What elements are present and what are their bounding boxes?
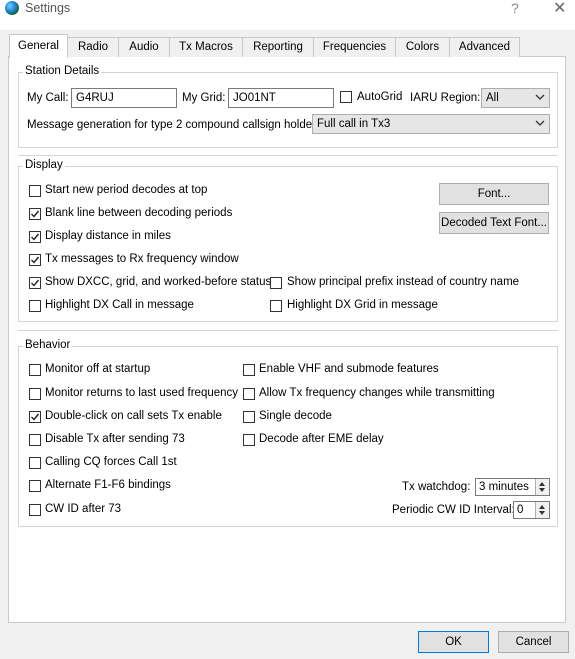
disable-tx-73-label: Disable Tx after sending 73 [45, 433, 185, 445]
station-details-title: Station Details [23, 65, 102, 77]
tab-tx-macros[interactable]: Tx Macros [169, 37, 243, 57]
alternate-f1-checkbox[interactable] [29, 480, 41, 492]
spin-buttons[interactable] [535, 479, 549, 495]
tx-watchdog-spinbox[interactable]: 3 minutes [475, 478, 550, 496]
monitor-returns-label: Monitor returns to last used frequency [45, 387, 239, 399]
ok-button[interactable]: OK [418, 631, 489, 653]
spin-up-icon[interactable] [539, 482, 545, 486]
alternate-f1-label: Alternate F1-F6 bindings [45, 479, 171, 491]
spin-down-icon[interactable] [539, 488, 545, 492]
cancel-button[interactable]: Cancel [498, 631, 569, 653]
tab-advanced[interactable]: Advanced [449, 37, 520, 57]
checkmark-icon [31, 210, 40, 218]
tab-radio[interactable]: Radio [67, 37, 119, 57]
close-icon[interactable]: ✕ [553, 0, 566, 18]
start-new-period-label: Start new period decodes at top [45, 184, 208, 196]
decode-after-eme-label: Decode after EME delay [259, 433, 384, 445]
double-click-label: Double-click on call sets Tx enable [45, 410, 222, 422]
decode-after-eme-checkbox[interactable] [243, 434, 255, 446]
chevron-down-icon [535, 94, 545, 100]
iaru-region-label: IARU Region: [410, 92, 481, 104]
monitor-off-label: Monitor off at startup [45, 363, 151, 375]
tab-reporting[interactable]: Reporting [242, 37, 314, 57]
highlight-dx-call-label: Highlight DX Call in message [45, 299, 194, 311]
msg-gen-select[interactable]: Full call in Tx3 [312, 114, 550, 134]
checkmark-icon [31, 413, 40, 421]
checkmark-icon [31, 279, 40, 287]
display-title: Display [23, 159, 65, 171]
single-decode-label: Single decode [259, 410, 332, 422]
help-icon[interactable]: ? [511, 0, 519, 16]
window-title: Settings [25, 1, 71, 15]
principal-prefix-label: Show principal prefix instead of country… [287, 276, 520, 288]
autogrid-checkbox[interactable] [340, 91, 352, 103]
blank-line-label: Blank line between decoding periods [45, 207, 233, 219]
iaru-region-select[interactable]: All [481, 88, 550, 108]
calling-cq-label: Calling CQ forces Call 1st [45, 456, 177, 468]
behavior-title: Behavior [23, 339, 73, 351]
monitor-returns-checkbox[interactable] [29, 388, 41, 400]
autogrid-label: AutoGrid [357, 91, 403, 103]
my-call-input[interactable]: G4RUJ [71, 88, 177, 108]
highlight-dx-grid-label: Highlight DX Grid in message [287, 299, 438, 311]
tab-general[interactable]: General [9, 34, 68, 58]
cw-id-interval-spinbox[interactable]: 0 [513, 501, 550, 519]
blank-line-checkbox[interactable] [29, 208, 41, 220]
tab-frequencies[interactable]: Frequencies [313, 37, 396, 57]
spin-up-icon[interactable] [539, 505, 545, 509]
tx-to-rx-checkbox[interactable] [29, 254, 41, 266]
separator [18, 155, 558, 156]
app-icon [5, 1, 19, 15]
cw-id-73-label: CW ID after 73 [45, 503, 122, 515]
tx-watchdog-label: Tx watchdog: [402, 481, 471, 493]
highlight-dx-call-checkbox[interactable] [29, 300, 41, 312]
enable-vhf-label: Enable VHF and submode features [259, 363, 439, 375]
chevron-down-icon [535, 120, 545, 126]
tx-watchdog-value: 3 minutes [479, 481, 529, 493]
distance-miles-label: Display distance in miles [45, 230, 171, 242]
decoded-text-font-button[interactable]: Decoded Text Font... [439, 212, 549, 234]
tab-audio[interactable]: Audio [118, 37, 170, 57]
checkmark-icon [31, 256, 40, 264]
allow-tx-freq-checkbox[interactable] [243, 388, 255, 400]
enable-vhf-checkbox[interactable] [243, 364, 255, 376]
double-click-checkbox[interactable] [29, 411, 41, 423]
spin-down-icon[interactable] [539, 511, 545, 515]
single-decode-checkbox[interactable] [243, 411, 255, 423]
principal-prefix-checkbox[interactable] [270, 277, 282, 289]
distance-miles-checkbox[interactable] [29, 231, 41, 243]
tab-colors[interactable]: Colors [395, 37, 450, 57]
monitor-off-checkbox[interactable] [29, 364, 41, 376]
my-call-label: My Call: [27, 92, 69, 104]
msg-gen-value: Full call in Tx3 [317, 118, 391, 130]
title-bar [0, 0, 575, 30]
font-button[interactable]: Font... [439, 183, 549, 205]
cw-id-73-checkbox[interactable] [29, 504, 41, 516]
cw-id-interval-value: 0 [517, 504, 524, 516]
spin-buttons[interactable] [535, 502, 549, 518]
my-grid-input[interactable]: JO01NT [228, 88, 334, 108]
show-dxcc-label: Show DXCC, grid, and worked-before statu… [45, 276, 272, 288]
iaru-region-value: All [486, 92, 499, 104]
highlight-dx-grid-checkbox[interactable] [270, 300, 282, 312]
calling-cq-checkbox[interactable] [29, 457, 41, 469]
my-grid-label: My Grid: [182, 92, 226, 104]
disable-tx-73-checkbox[interactable] [29, 434, 41, 446]
checkmark-icon [31, 233, 40, 241]
cw-id-interval-label: Periodic CW ID Interval: [392, 504, 515, 516]
allow-tx-freq-label: Allow Tx frequency changes while transmi… [259, 387, 495, 399]
station-details-group [18, 72, 558, 148]
separator [18, 330, 558, 331]
tx-to-rx-label: Tx messages to Rx frequency window [45, 253, 239, 265]
start-new-period-checkbox[interactable] [29, 185, 41, 197]
msg-gen-label: Message generation for type 2 compound c… [27, 119, 325, 131]
show-dxcc-checkbox[interactable] [29, 277, 41, 289]
